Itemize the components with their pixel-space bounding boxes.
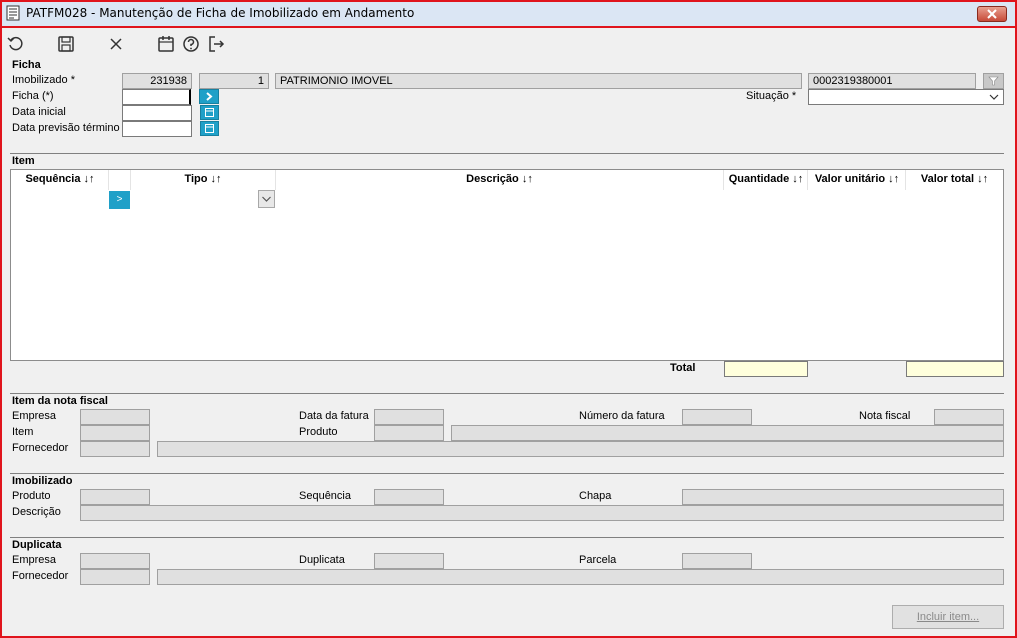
calendar-icon <box>205 108 214 117</box>
dup-fornecedor-name-field <box>157 569 1004 585</box>
dup-parcela-field <box>682 553 752 569</box>
exit-icon[interactable] <box>206 34 226 54</box>
dup-empresa-label: Empresa <box>12 554 57 566</box>
app-document-icon <box>6 5 20 21</box>
imob-sequencia-field <box>374 489 444 505</box>
item-grid: Sequência ↓↑ Tipo ↓↑ Descrição ↓↑ Quanti… <box>10 169 1004 361</box>
data-previsao-calendar-button[interactable] <box>200 121 219 136</box>
col-header-quantidade[interactable]: Quantidade ↓↑ <box>724 173 808 185</box>
total-quantidade-field <box>724 361 808 377</box>
col-header-sequencia[interactable]: Sequência ↓↑ <box>11 173 109 185</box>
nf-item-label: Item <box>12 426 34 438</box>
undo-icon[interactable] <box>6 34 26 54</box>
section-divider <box>10 393 1004 394</box>
incluir-item-button[interactable]: Incluir item... <box>892 605 1004 629</box>
nf-data-fatura-field <box>374 409 444 425</box>
section-title-ficha: Ficha <box>12 59 41 71</box>
close-button[interactable] <box>977 6 1007 22</box>
imobilizado-desc-field: PATRIMONIO IMOVEL <box>275 73 802 89</box>
dup-duplicata-field <box>374 553 444 569</box>
data-inicial-label: Data inicial <box>12 106 66 118</box>
section-title-duplicata: Duplicata <box>12 539 62 551</box>
dup-duplicata-label: Duplicata <box>299 554 345 566</box>
section-divider <box>10 537 1004 538</box>
section-title-nota-fiscal: Item da nota fiscal <box>12 395 108 407</box>
filter-icon <box>988 76 999 86</box>
nf-numero-fatura-field <box>682 409 752 425</box>
section-title-imobilizado: Imobilizado <box>12 475 73 487</box>
nf-produto-label: Produto <box>299 426 338 438</box>
nf-nota-fiscal-label: Nota fiscal <box>859 410 911 422</box>
imob-descricao-field <box>80 505 1004 521</box>
close-icon <box>987 9 997 19</box>
help-icon[interactable] <box>181 34 201 54</box>
ficha-label: Ficha (*) <box>12 90 54 102</box>
chevron-right-icon <box>206 92 213 101</box>
data-inicial-input[interactable] <box>122 105 192 121</box>
nf-data-fatura-label: Data da fatura <box>299 410 369 422</box>
cancel-icon[interactable] <box>106 34 126 54</box>
col-separator <box>108 170 109 190</box>
imobilizado-code-field: 231938 <box>122 73 192 89</box>
nf-fornecedor-code-field <box>80 441 150 457</box>
nf-numero-fatura-label: Número da fatura <box>579 410 665 422</box>
section-divider <box>10 473 1004 474</box>
window-title: PATFM028 - Manutenção de Ficha de Imobil… <box>26 6 415 20</box>
calendar-icon <box>205 124 214 133</box>
row-arrow-button[interactable]: > <box>109 191 130 209</box>
imob-produto-label: Produto <box>12 490 51 502</box>
window-border-left <box>0 28 2 638</box>
nf-produto-desc-field <box>451 425 1004 441</box>
nf-item-field <box>80 425 150 441</box>
save-icon[interactable] <box>56 34 76 54</box>
section-title-item: Item <box>12 155 35 167</box>
calendar-icon[interactable] <box>156 34 176 54</box>
filter-button[interactable] <box>983 73 1004 89</box>
col-header-valor-unitario[interactable]: Valor unitário ↓↑ <box>808 173 906 185</box>
nf-empresa-label: Empresa <box>12 410 57 422</box>
imob-produto-field <box>80 489 150 505</box>
nf-produto-code-field <box>374 425 444 441</box>
imob-chapa-label: Chapa <box>579 490 612 502</box>
data-previsao-input[interactable] <box>122 121 192 137</box>
situacao-label: Situação * <box>746 90 797 102</box>
tipo-dropdown-button[interactable] <box>258 190 275 208</box>
data-inicial-calendar-button[interactable] <box>200 105 219 120</box>
situacao-select[interactable] <box>808 89 1004 105</box>
total-label: Total <box>670 362 696 374</box>
col-header-descricao[interactable]: Descrição ↓↑ <box>276 173 723 185</box>
chevron-down-icon <box>262 196 271 202</box>
nf-fornecedor-label: Fornecedor <box>12 442 69 454</box>
nf-fornecedor-name-field <box>157 441 1004 457</box>
nf-empresa-field <box>80 409 150 425</box>
dup-parcela-label: Parcela <box>579 554 617 566</box>
imob-descricao-label: Descrição <box>12 506 61 518</box>
ficha-input[interactable] <box>122 89 191 105</box>
data-previsao-label: Data previsão término <box>12 122 120 134</box>
imob-sequencia-label: Sequência <box>299 490 351 502</box>
chevron-down-icon <box>989 94 999 100</box>
dup-fornecedor-label: Fornecedor <box>12 570 69 582</box>
imobilizado-label: Imobilizado * <box>12 74 75 86</box>
section-divider <box>10 153 1004 154</box>
col-header-tipo[interactable]: Tipo ↓↑ <box>131 173 275 185</box>
imob-chapa-field <box>682 489 1004 505</box>
imobilizado-seq-field: 1 <box>199 73 269 89</box>
dup-empresa-field <box>80 553 150 569</box>
ficha-search-button[interactable] <box>199 89 219 104</box>
nf-nota-fiscal-field <box>934 409 1004 425</box>
col-header-valor-total[interactable]: Valor total ↓↑ <box>906 173 1003 185</box>
total-valor-field <box>906 361 1004 377</box>
dup-fornecedor-code-field <box>80 569 150 585</box>
imobilizado-chapa-field: 0002319380001 <box>808 73 976 89</box>
